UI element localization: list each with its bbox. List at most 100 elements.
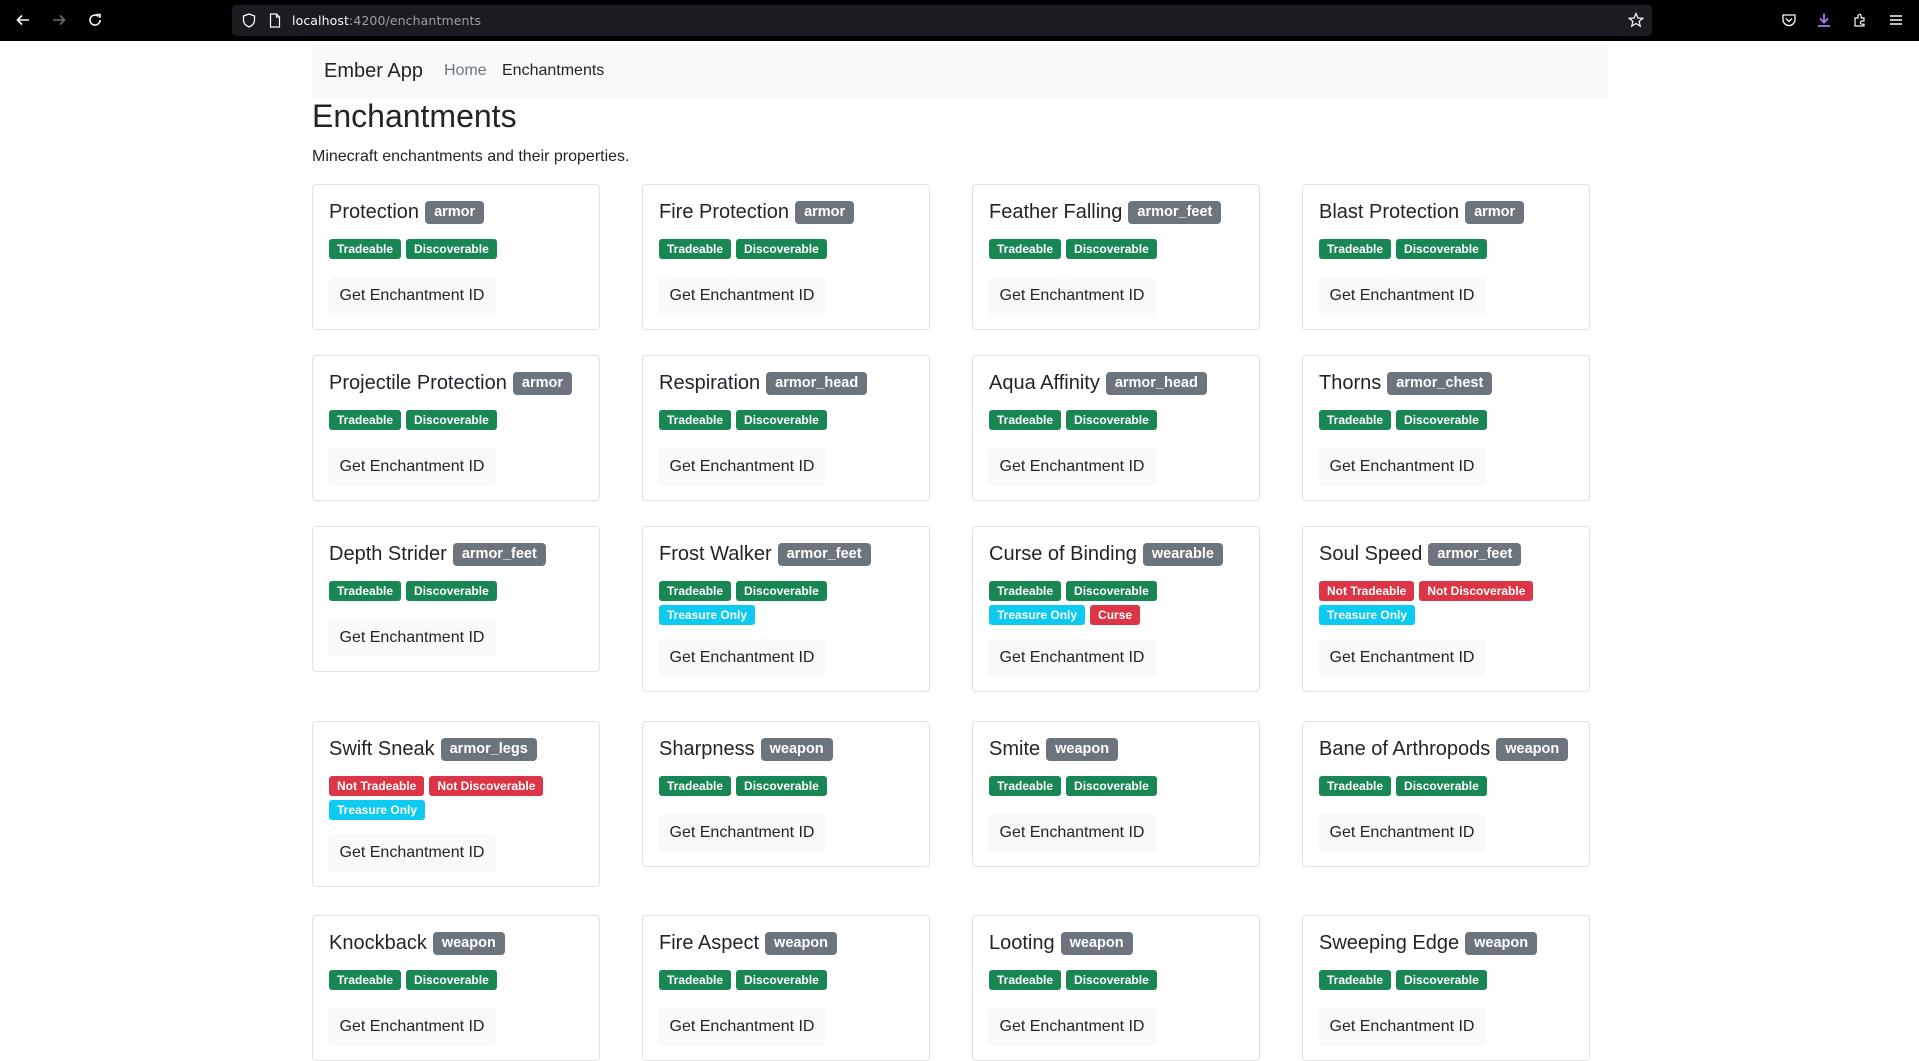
discoverable-badge: Discoverable [406, 581, 497, 601]
card-title: Respiration armor_head [659, 372, 868, 395]
page-icon[interactable] [269, 13, 281, 28]
enchantment-name: Frost Walker [659, 543, 772, 565]
not-discoverable-badge: Not Discoverable [429, 776, 544, 796]
slot-badge: armor_feet [777, 543, 871, 566]
tradeable-badge: Tradeable [659, 410, 732, 430]
browser-toolbar: localhost:4200/enchantments [0, 0, 1919, 41]
shield-icon[interactable] [242, 13, 256, 28]
extensions-icon[interactable] [1849, 9, 1871, 31]
card-title: Swift Sneak armor_legs [329, 738, 537, 761]
property-badges: Tradeable Discoverable [659, 776, 915, 796]
card-title: Projectile Protection armor [329, 372, 572, 395]
tradeable-badge: Tradeable [329, 410, 402, 430]
get-enchantment-id-button[interactable]: Get Enchantment ID [328, 834, 496, 872]
enchantment-card: Fire Aspect weapon Tradeable Discoverable Ge… [642, 915, 930, 1061]
property-badges: Tradeable Discoverable [989, 776, 1245, 796]
discoverable-badge: Discoverable [736, 970, 827, 990]
get-enchantment-id-button[interactable]: Get Enchantment ID [658, 1008, 826, 1046]
brand-link[interactable]: Ember App [324, 60, 423, 83]
get-enchantment-id-button[interactable]: Get Enchantment ID [1318, 1008, 1486, 1046]
tradeable-badge: Tradeable [329, 581, 402, 601]
downloads-icon[interactable] [1813, 9, 1835, 31]
get-enchantment-id-button[interactable]: Get Enchantment ID [328, 448, 496, 486]
nav-link-home[interactable]: Home [444, 62, 487, 80]
tradeable-badge: Tradeable [989, 970, 1062, 990]
discoverable-badge: Discoverable [1066, 970, 1157, 990]
enchantment-card: Looting weapon Tradeable Discoverable Get En… [972, 915, 1260, 1061]
tradeable-badge: Tradeable [659, 239, 732, 259]
get-enchantment-id-button[interactable]: Get Enchantment ID [328, 277, 496, 315]
forward-icon[interactable] [47, 8, 71, 32]
discoverable-badge: Discoverable [1396, 410, 1487, 430]
property-badges: Tradeable Discoverable [329, 239, 585, 259]
treasure-only-badge: Treasure Only [989, 605, 1086, 625]
slot-badge: weapon [432, 932, 505, 955]
card-title: Soul Speed armor_feet [1319, 543, 1522, 566]
back-icon[interactable] [11, 8, 35, 32]
get-enchantment-id-button[interactable]: Get Enchantment ID [988, 814, 1156, 852]
property-badges: Tradeable Discoverable Treasure Only [659, 581, 915, 625]
enchantment-name: Protection [329, 201, 420, 223]
get-enchantment-id-button[interactable]: Get Enchantment ID [1318, 277, 1486, 315]
get-enchantment-id-button[interactable]: Get Enchantment ID [1318, 814, 1486, 852]
get-enchantment-id-button[interactable]: Get Enchantment ID [658, 639, 826, 677]
not-tradeable-badge: Not Tradeable [329, 776, 425, 796]
card-title: Looting weapon [989, 932, 1133, 955]
card-title: Sharpness weapon [659, 738, 833, 761]
get-enchantment-id-button[interactable]: Get Enchantment ID [658, 277, 826, 315]
slot-badge: armor_chest [1387, 372, 1493, 395]
get-enchantment-id-button[interactable]: Get Enchantment ID [1318, 448, 1486, 486]
enchantment-name: Fire Aspect [659, 932, 760, 954]
enchantment-card: Aqua Affinity armor_head Tradeable Discover… [972, 355, 1260, 501]
enchantment-card: Sharpness weapon Tradeable Discoverable Get … [642, 721, 930, 867]
get-enchantment-id-button[interactable]: Get Enchantment ID [658, 448, 826, 486]
get-enchantment-id-button[interactable]: Get Enchantment ID [988, 1008, 1156, 1046]
enchantment-name: Swift Sneak [329, 738, 435, 760]
bookmark-star-icon[interactable] [1628, 12, 1644, 28]
address-bar[interactable]: localhost:4200/enchantments [232, 5, 1652, 36]
discoverable-badge: Discoverable [1066, 410, 1157, 430]
get-enchantment-id-button[interactable]: Get Enchantment ID [658, 814, 826, 852]
discoverable-badge: Discoverable [1396, 239, 1487, 259]
card-title: Feather Falling armor_feet [989, 201, 1222, 224]
discoverable-badge: Discoverable [406, 410, 497, 430]
slot-badge: armor_feet [452, 543, 546, 566]
card-title: Curse of Binding wearable [989, 543, 1223, 566]
slot-badge: armor_feet [1428, 543, 1522, 566]
card-title: Fire Aspect weapon [659, 932, 838, 955]
property-badges: Tradeable Discoverable [989, 239, 1245, 259]
tradeable-badge: Tradeable [329, 970, 402, 990]
card-title: Aqua Affinity armor_head [989, 372, 1207, 395]
discoverable-badge: Discoverable [736, 239, 827, 259]
property-badges: Tradeable Discoverable [1319, 970, 1575, 990]
menu-icon[interactable] [1885, 9, 1907, 31]
get-enchantment-id-button[interactable]: Get Enchantment ID [328, 1008, 496, 1046]
property-badges: Tradeable Discoverable [659, 410, 915, 430]
tradeable-badge: Tradeable [989, 776, 1062, 796]
enchantment-card: Smite weapon Tradeable Discoverable Get Ench… [972, 721, 1260, 867]
slot-badge: weapon [1496, 738, 1569, 761]
reload-icon[interactable] [83, 8, 107, 32]
discoverable-badge: Discoverable [736, 410, 827, 430]
nav-link-enchantments[interactable]: Enchantments [502, 62, 604, 80]
get-enchantment-id-button[interactable]: Get Enchantment ID [328, 619, 496, 657]
get-enchantment-id-button[interactable]: Get Enchantment ID [1318, 639, 1486, 677]
property-badges: Tradeable Discoverable [1319, 776, 1575, 796]
enchantment-name: Aqua Affinity [989, 372, 1100, 394]
property-badges: Tradeable Discoverable [329, 410, 585, 430]
get-enchantment-id-button[interactable]: Get Enchantment ID [988, 448, 1156, 486]
enchantment-name: Soul Speed [1319, 543, 1423, 565]
tradeable-badge: Tradeable [659, 581, 732, 601]
enchantment-name: Looting [989, 932, 1055, 954]
enchantment-card: Respiration armor_head Tradeable Discoverab… [642, 355, 930, 501]
slot-badge: weapon [760, 738, 833, 761]
property-badges: Tradeable Discoverable [989, 970, 1245, 990]
get-enchantment-id-button[interactable]: Get Enchantment ID [988, 639, 1156, 677]
page-description: Minecraft enchantments and their propert… [312, 148, 630, 165]
discoverable-badge: Discoverable [736, 581, 827, 601]
pocket-icon[interactable] [1778, 9, 1800, 31]
discoverable-badge: Discoverable [1396, 970, 1487, 990]
get-enchantment-id-button[interactable]: Get Enchantment ID [988, 277, 1156, 315]
tradeable-badge: Tradeable [1319, 776, 1392, 796]
enchantment-card: Thorns armor_chest Tradeable Discoverable Ge… [1302, 355, 1590, 501]
